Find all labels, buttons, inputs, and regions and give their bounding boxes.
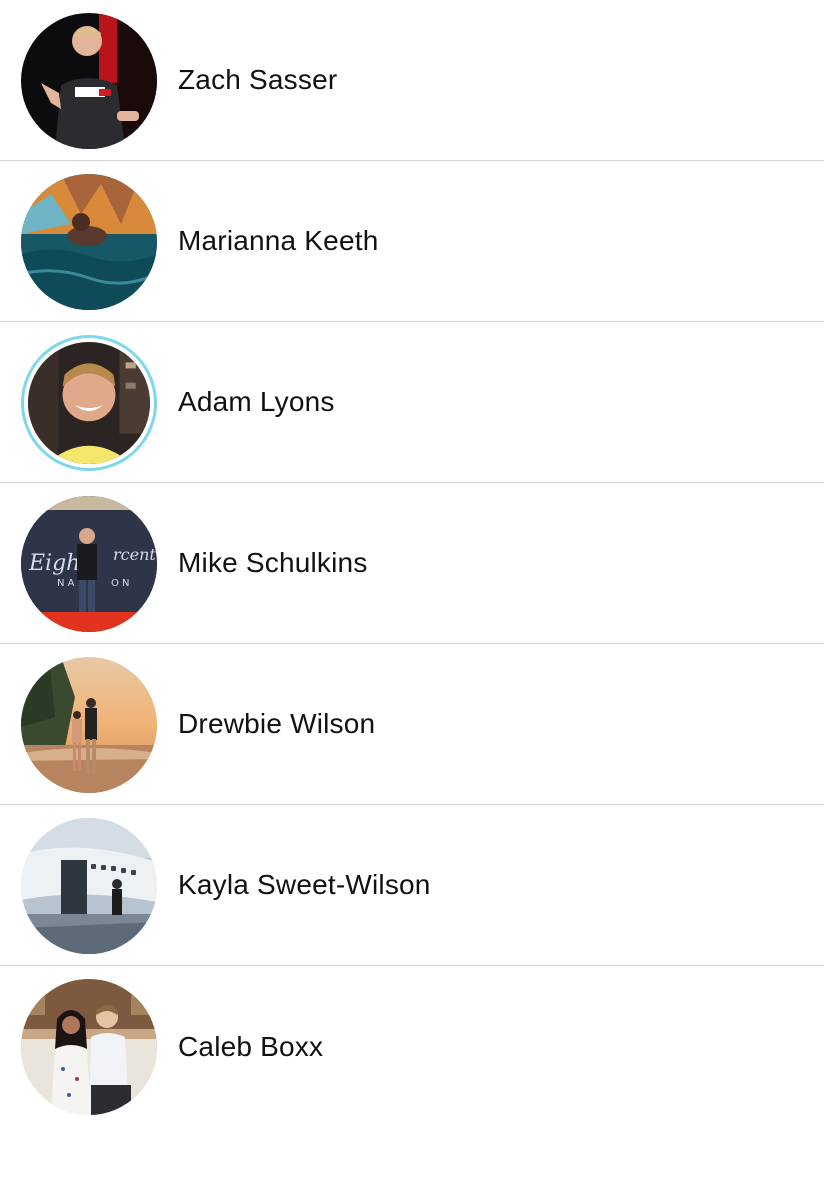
avatar[interactable] — [21, 13, 157, 149]
contact-name: Adam Lyons — [178, 386, 335, 417]
svg-text:rcent: rcent — [113, 545, 156, 564]
private-jet-photo-icon — [21, 818, 157, 954]
contact-name: Drewbie Wilson — [178, 708, 376, 739]
contact-list: Zach Sasser Marianna Keeth Adam Lyons Ei… — [0, 0, 824, 1127]
avatar-image — [28, 342, 150, 464]
beach-sunset-photo-icon — [21, 657, 157, 793]
list-item[interactable]: Eigh rcent N A O N Mike Schulkins — [0, 483, 824, 644]
list-item[interactable]: Caleb Boxx — [0, 966, 824, 1127]
avatar[interactable] — [21, 335, 157, 471]
contact-name: Marianna Keeth — [178, 225, 379, 256]
avatar[interactable] — [21, 657, 157, 793]
contact-name: Caleb Boxx — [178, 1030, 324, 1062]
contact-name: Kayla Sweet-Wilson — [178, 869, 431, 900]
svg-text:N A: N A — [57, 578, 75, 589]
contact-name: Mike Schulkins — [178, 547, 368, 578]
svg-text:O N: O N — [111, 578, 130, 589]
selfie-photo-icon — [28, 342, 150, 464]
couple-photo-icon — [21, 979, 157, 1115]
contact-name: Zach Sasser — [178, 64, 338, 95]
list-item[interactable]: Kayla Sweet-Wilson — [0, 805, 824, 966]
svg-text:Eigh: Eigh — [28, 551, 80, 576]
list-item[interactable]: Drewbie Wilson — [0, 644, 824, 805]
avatar[interactable] — [21, 979, 157, 1115]
pool-photo-icon — [21, 174, 157, 310]
person-photo-icon — [21, 13, 157, 149]
stage-photo-icon: Eigh rcent N A O N — [21, 496, 157, 632]
avatar[interactable]: Eigh rcent N A O N — [21, 496, 157, 632]
list-item[interactable]: Zach Sasser — [0, 0, 824, 161]
avatar[interactable] — [21, 818, 157, 954]
list-item[interactable]: Adam Lyons — [0, 322, 824, 483]
avatar[interactable] — [21, 174, 157, 310]
list-item[interactable]: Marianna Keeth — [0, 161, 824, 322]
